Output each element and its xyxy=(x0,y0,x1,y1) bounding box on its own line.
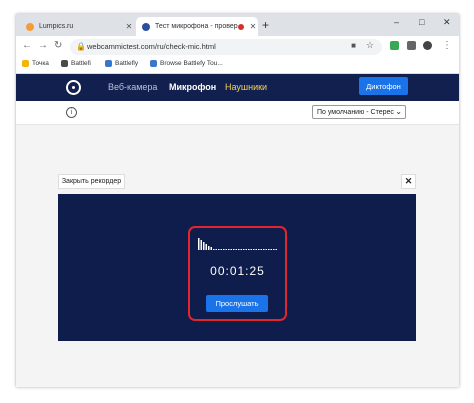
back-arrow-icon[interactable]: ← xyxy=(22,40,32,51)
browser-window: Lumpics.ru ✕ Тест микрофона - проверк ✕ … xyxy=(16,14,459,387)
lock-icon: 🔒 xyxy=(76,42,86,51)
camera-icon[interactable]: ■ xyxy=(351,41,356,50)
bookmark-label: Точка xyxy=(32,60,49,67)
bookmark-icon xyxy=(22,60,29,67)
dictaphone-button[interactable]: Диктофон xyxy=(359,77,408,95)
omnibox[interactable]: 🔒 webcammictest.com/ru/check-mic.html ■ … xyxy=(70,39,382,55)
menu-kebab-icon[interactable]: ⋮ xyxy=(442,40,452,51)
lumpics-favicon-icon xyxy=(26,22,34,31)
nav-webcam[interactable]: Веб-камера xyxy=(108,82,157,92)
maximize-button[interactable]: □ xyxy=(419,17,424,27)
minimize-button[interactable]: – xyxy=(394,17,399,27)
close-icon[interactable]: ✕ xyxy=(401,174,416,189)
address-bar-row: ← → ↻ 🔒 webcammictest.com/ru/check-mic.h… xyxy=(16,36,459,58)
close-window-button[interactable]: ✕ xyxy=(443,17,451,28)
tab-lumpics[interactable]: Lumpics.ru ✕ xyxy=(20,17,134,36)
bookmark-battlefi[interactable]: Battlefi xyxy=(61,60,91,67)
tab-bar: Lumpics.ru ✕ Тест микрофона - проверк ✕ … xyxy=(16,14,459,36)
recording-indicator-icon xyxy=(238,23,244,30)
page-content: Закрыть рекордер ✕ 00:01:25 Прослушать xyxy=(16,125,459,387)
site-navbar: Веб-камера Микрофон Наушники Диктофон xyxy=(16,74,459,101)
reload-icon[interactable]: ↻ xyxy=(54,40,62,51)
waveform xyxy=(198,238,278,250)
bookmark-icon xyxy=(150,60,157,67)
bookmark-icon xyxy=(61,60,68,67)
bookmark-star-icon[interactable]: ☆ xyxy=(366,40,374,51)
extensions-puzzle-icon[interactable] xyxy=(407,41,416,50)
recording-timer: 00:01:25 xyxy=(210,264,265,278)
bookmark-browse-battlefy[interactable]: Browse Battlefy Tou... xyxy=(150,60,223,67)
tab-close-icon[interactable]: ✕ xyxy=(248,22,258,31)
forward-arrow-icon[interactable]: → xyxy=(38,40,48,51)
recorder-highlight-box: 00:01:25 Прослушать xyxy=(188,226,287,321)
extension-check-icon[interactable] xyxy=(390,41,399,50)
nav-headphones[interactable]: Наушники xyxy=(225,82,267,92)
bookmark-icon xyxy=(105,60,112,67)
bookmarks-bar: Точка Battlefi Battlefly Browse Battlefy… xyxy=(16,58,459,74)
bookmark-label: Battlefly xyxy=(115,60,139,67)
nav-microphone[interactable]: Микрофон xyxy=(169,82,216,92)
webcammictest-favicon-icon xyxy=(142,22,150,31)
tab-mic-test[interactable]: Тест микрофона - проверк ✕ xyxy=(136,17,258,36)
info-icon[interactable]: i xyxy=(66,107,77,118)
bookmark-label: Battlefi xyxy=(71,60,91,67)
chevron-down-icon: ⌄ xyxy=(395,107,402,116)
bookmark-battlefly[interactable]: Battlefly xyxy=(105,60,138,67)
microphone-select[interactable]: По умолчанию - Стерес ⌄ xyxy=(312,105,406,119)
tab-title: Lumpics.ru xyxy=(39,23,74,30)
new-tab-button[interactable]: + xyxy=(262,18,269,32)
recorder-panel: 00:01:25 Прослушать xyxy=(58,194,416,341)
bookmark-label: Browse Battlefy Tou... xyxy=(160,60,223,67)
url-text: webcammictest.com/ru/check-mic.html xyxy=(87,42,216,51)
select-value: По умолчанию - Стерес xyxy=(317,108,394,116)
tab-title: Тест микрофона - проверк xyxy=(155,23,238,30)
close-recorder-button[interactable]: Закрыть рекордер xyxy=(58,174,125,189)
site-logo-icon[interactable] xyxy=(66,80,81,95)
device-toolbar: i По умолчанию - Стерес ⌄ xyxy=(16,101,459,125)
bookmark-tochka[interactable]: Точка xyxy=(22,60,49,67)
profile-avatar[interactable] xyxy=(423,41,432,50)
play-recording-button[interactable]: Прослушать xyxy=(206,295,268,312)
tab-close-icon[interactable]: ✕ xyxy=(124,22,134,31)
